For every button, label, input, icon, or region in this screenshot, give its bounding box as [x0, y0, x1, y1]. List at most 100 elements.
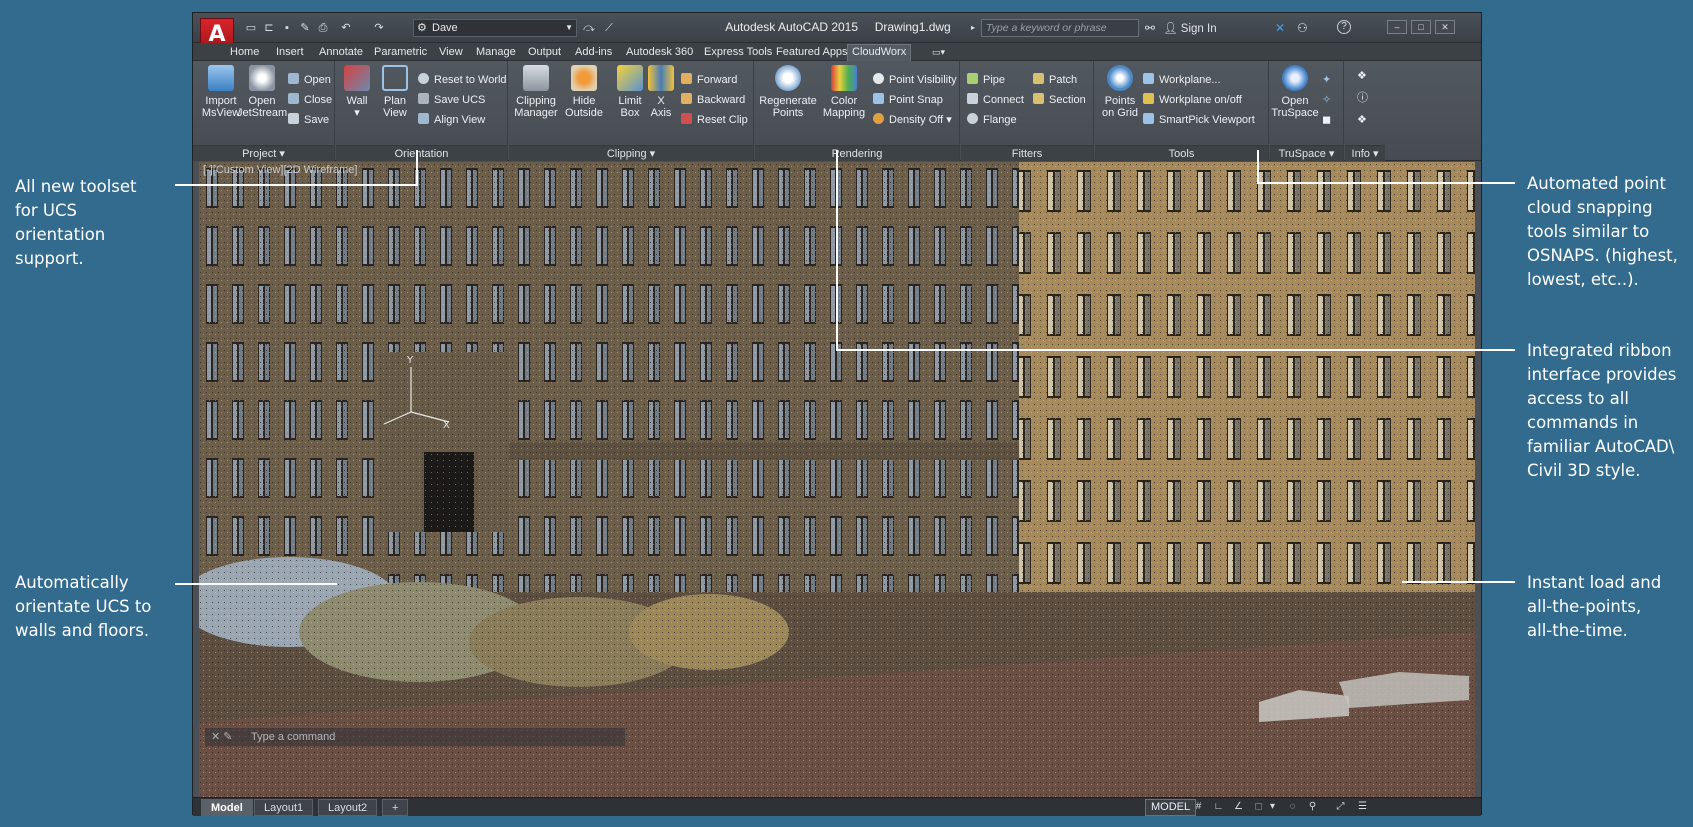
- print-icon[interactable]: ⎙: [315, 21, 331, 35]
- color-mapping-button[interactable]: Color Mapping: [817, 65, 871, 119]
- patch-button[interactable]: Patch: [1033, 73, 1077, 87]
- callout-ucs-toolset: All new toolset for UCS orientation supp…: [15, 177, 137, 268]
- help-icon[interactable]: ?: [1337, 20, 1351, 34]
- tab-autodesk-360[interactable]: Autodesk 360: [622, 45, 697, 59]
- save-project-button[interactable]: Save: [288, 113, 329, 127]
- clipping-manager-label: Clipping Manager: [514, 95, 558, 119]
- points-on-grid-button[interactable]: Points on Grid: [1095, 65, 1145, 119]
- point-visibility-button[interactable]: Point Visibility: [873, 73, 957, 87]
- reset-clip-button[interactable]: Reset Clip: [681, 113, 748, 127]
- close-file-icon: [288, 93, 299, 104]
- align-view-button[interactable]: Align View: [418, 113, 485, 127]
- tab-featured-apps[interactable]: Featured Apps: [772, 45, 852, 59]
- tab-output[interactable]: Output: [524, 45, 565, 59]
- save-icon[interactable]: ▪: [279, 21, 295, 35]
- backward-button[interactable]: Backward: [681, 93, 745, 107]
- forward-button[interactable]: Forward: [681, 73, 737, 87]
- point-snap-button[interactable]: Point Snap: [873, 93, 943, 107]
- annotation-icon[interactable]: ⚲: [1305, 800, 1320, 814]
- tab-annotate[interactable]: Annotate: [315, 45, 367, 59]
- tab-add-ins[interactable]: Add-ins: [571, 45, 616, 59]
- match-icon[interactable]: ⟋: [601, 21, 617, 35]
- search-input[interactable]: Type a keyword or phrase: [981, 19, 1139, 37]
- viewport-controls[interactable]: [-][Custom View][2D Wireframe]: [203, 164, 357, 176]
- tab-express-tools[interactable]: Express Tools: [700, 45, 776, 59]
- tab-parametric[interactable]: Parametric: [370, 45, 431, 59]
- pipe-button[interactable]: Pipe: [967, 73, 1005, 87]
- tab-model[interactable]: Model: [201, 799, 253, 816]
- model-space-button[interactable]: MODEL: [1145, 799, 1197, 816]
- save-ucs-button[interactable]: Save UCS: [418, 93, 485, 107]
- open-file-icon[interactable]: ⊏: [261, 21, 277, 35]
- close-project-button[interactable]: Close: [288, 93, 332, 107]
- clipping-manager-button[interactable]: Clipping Manager: [509, 65, 563, 119]
- fullscreen-icon[interactable]: ⤢: [1333, 800, 1348, 814]
- ortho-icon[interactable]: ∠: [1231, 800, 1246, 814]
- panel-tools: Points on Grid Workplane... Workplane on…: [1095, 61, 1269, 161]
- hide-outside-button[interactable]: Hide Outside: [559, 65, 609, 119]
- tab-options-icon[interactable]: ▭▾: [928, 45, 949, 59]
- save-as-icon[interactable]: ✎: [297, 21, 313, 35]
- open-jetstream-button[interactable]: Open JetStream: [237, 65, 287, 119]
- panel-title-project[interactable]: Project ▾: [193, 145, 334, 161]
- tab-manage[interactable]: Manage: [472, 45, 520, 59]
- reset-to-world-button[interactable]: Reset to World: [418, 73, 507, 87]
- panel-title-info[interactable]: Info ▾: [1345, 145, 1385, 161]
- truspace-pin-icon[interactable]: ✦: [1322, 73, 1331, 87]
- open-truspace-button[interactable]: Open TruSpace: [1270, 65, 1320, 119]
- plan-view-button[interactable]: Plan View: [370, 65, 420, 119]
- tab-view[interactable]: View: [435, 45, 467, 59]
- open-jetstream-label: Open JetStream: [237, 95, 288, 119]
- tab-layout1[interactable]: Layout1: [254, 799, 314, 816]
- polar-icon[interactable]: ◻: [1251, 800, 1266, 814]
- exchange-icon[interactable]: ✕: [1275, 20, 1285, 36]
- workplane-onoff-button[interactable]: Workplane on/off: [1143, 93, 1242, 107]
- undo-icon[interactable]: ↶: [338, 21, 354, 35]
- tab-layout2[interactable]: Layout2: [318, 799, 378, 816]
- info-about-icon[interactable]: ⓘ: [1357, 91, 1368, 105]
- isodraft-icon[interactable]: ◌: [1285, 800, 1300, 814]
- info-license-icon[interactable]: ❖: [1357, 69, 1367, 83]
- tab-cloudworx[interactable]: CloudWorx: [847, 44, 912, 61]
- regenerate-points-button[interactable]: Regenerate Points: [755, 65, 821, 119]
- new-file-icon[interactable]: ▭: [243, 21, 259, 35]
- polar-dropdown-icon[interactable]: ▾: [1265, 800, 1280, 814]
- import-icon: [208, 65, 234, 91]
- customize-menu-icon[interactable]: ☰: [1355, 800, 1370, 814]
- redo-icon[interactable]: ↷: [371, 21, 387, 35]
- search-expand-icon[interactable]: ▸: [971, 20, 975, 36]
- pipe-icon: [967, 73, 978, 84]
- add-layout-button[interactable]: +: [382, 799, 409, 816]
- truspace-capture-icon[interactable]: ◼: [1322, 113, 1331, 127]
- x-axis-button[interactable]: X Axis: [641, 65, 681, 119]
- a360-icon[interactable]: ⚇: [1297, 20, 1308, 36]
- minimize-button[interactable]: –: [1387, 20, 1407, 34]
- backward-icon: [681, 93, 692, 104]
- snap-mode-icon[interactable]: ∟: [1211, 800, 1226, 814]
- tab-home[interactable]: Home: [226, 45, 263, 59]
- sign-in-button[interactable]: 👤︎ Sign In: [1163, 21, 1217, 35]
- tab-insert[interactable]: Insert: [272, 45, 308, 59]
- truspace-pointer-icon[interactable]: ✧: [1322, 93, 1331, 107]
- maximize-button[interactable]: □: [1411, 20, 1431, 34]
- connect-button[interactable]: Connect: [967, 93, 1024, 107]
- color-mapping-label: Color Mapping: [822, 95, 866, 119]
- share-icon[interactable]: ⤼: [581, 21, 597, 35]
- binoculars-icon[interactable]: ⚯: [1145, 20, 1155, 36]
- density-off-button[interactable]: Density Off ▾: [873, 113, 952, 127]
- workplane-button[interactable]: Workplane...: [1143, 73, 1221, 87]
- panel-title-truspace[interactable]: TruSpace ▾: [1270, 145, 1343, 161]
- command-line[interactable]: ✕ ✎ Type a command: [205, 728, 625, 746]
- section-button[interactable]: Section: [1033, 93, 1086, 107]
- info-help-icon[interactable]: ❖: [1357, 113, 1367, 127]
- open-button[interactable]: Open: [288, 73, 331, 87]
- close-command-icon[interactable]: ✕ ✎: [211, 728, 233, 746]
- flange-button[interactable]: Flange: [967, 113, 1017, 127]
- backward-label: Backward: [697, 94, 746, 106]
- smartpick-viewport-button[interactable]: SmartPick Viewport: [1143, 113, 1255, 127]
- close-button[interactable]: ✕: [1435, 20, 1455, 34]
- panel-title-rendering: Rendering: [755, 145, 959, 161]
- panel-title-clipping[interactable]: Clipping ▾: [509, 145, 753, 161]
- workspace-dropdown[interactable]: ⚙ Dave ▼: [413, 19, 577, 37]
- grid-display-icon[interactable]: #: [1191, 800, 1206, 814]
